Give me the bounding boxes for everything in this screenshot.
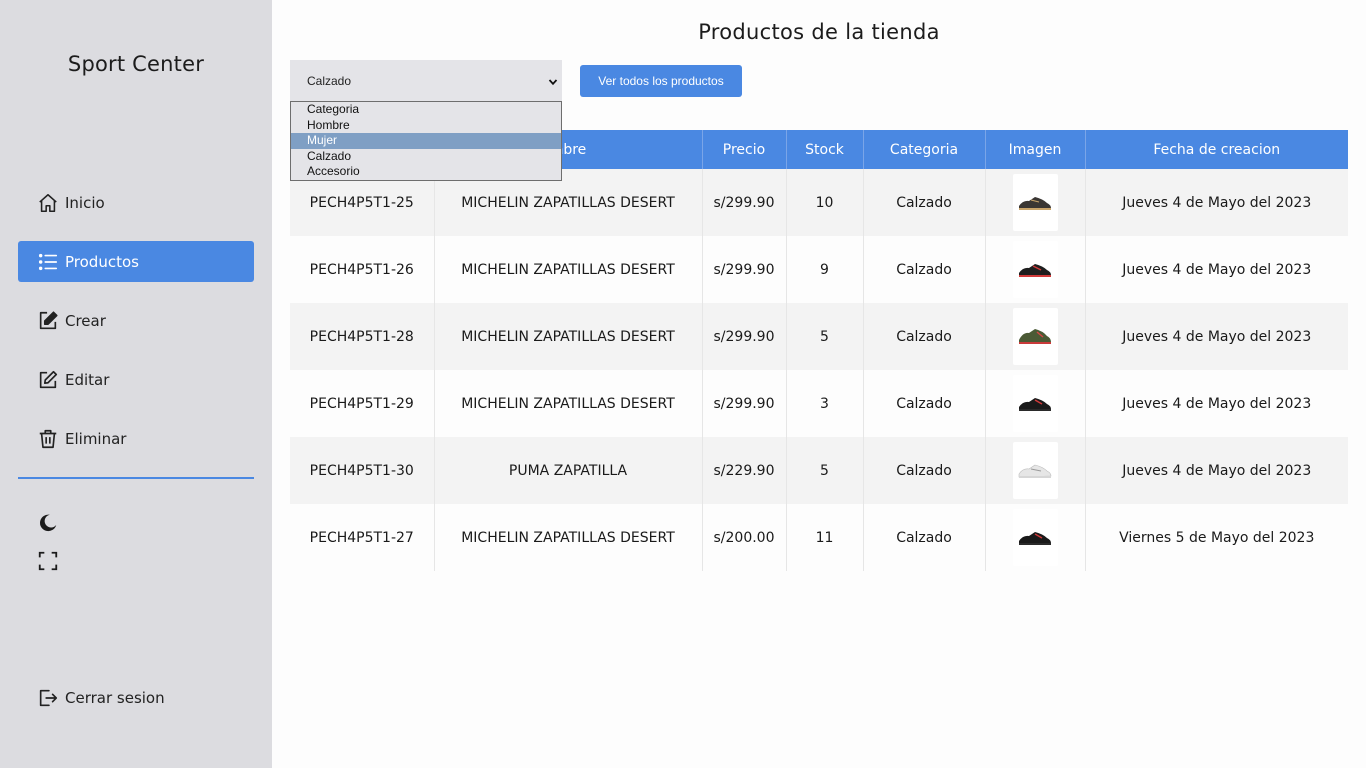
dropdown-option[interactable]: Accesorio bbox=[291, 164, 561, 180]
cell-code: PECH4P5T1-28 bbox=[290, 303, 435, 370]
dropdown-option[interactable]: Calzado bbox=[291, 149, 561, 165]
cell-price: s/229.90 bbox=[702, 437, 787, 504]
fullscreen-icon[interactable] bbox=[36, 549, 60, 573]
cell-stock: 9 bbox=[786, 236, 864, 303]
product-image bbox=[1012, 509, 1058, 566]
cell-code: PECH4P5T1-27 bbox=[290, 504, 435, 571]
dropdown-option[interactable]: Hombre bbox=[291, 118, 561, 134]
cell-date: Jueves 4 de Mayo del 2023 bbox=[1085, 437, 1348, 504]
cell-stock: 5 bbox=[786, 437, 864, 504]
cell-stock: 10 bbox=[786, 169, 864, 236]
cell-category: Calzado bbox=[863, 169, 986, 236]
sidebar-divider bbox=[18, 477, 254, 479]
sidebar-item-label: Editar bbox=[65, 370, 110, 389]
col-header-price: Precio bbox=[702, 130, 787, 169]
product-image bbox=[1012, 174, 1058, 231]
cell-image bbox=[985, 169, 1086, 236]
cell-name: PUMA ZAPATILLA bbox=[434, 437, 703, 504]
table-row[interactable]: PECH4P5T1-28 MICHELIN ZAPATILLAS DESERT … bbox=[290, 303, 1348, 370]
sidebar-item-productos[interactable]: Productos bbox=[18, 241, 254, 282]
col-header-stock: Stock bbox=[786, 130, 864, 169]
dropdown-option[interactable]: Categoria bbox=[291, 102, 561, 118]
cell-category: Calzado bbox=[863, 236, 986, 303]
product-image bbox=[1012, 308, 1058, 365]
list-icon bbox=[36, 250, 60, 274]
cell-stock: 11 bbox=[786, 504, 864, 571]
cell-price: s/200.00 bbox=[702, 504, 787, 571]
cell-image bbox=[985, 236, 1086, 303]
cell-code: PECH4P5T1-29 bbox=[290, 370, 435, 437]
cell-date: Viernes 5 de Mayo del 2023 bbox=[1085, 504, 1348, 571]
cell-stock: 3 bbox=[786, 370, 864, 437]
table-row[interactable]: PECH4P5T1-26 MICHELIN ZAPATILLAS DESERT … bbox=[290, 236, 1348, 303]
chevron-down-icon bbox=[548, 76, 558, 86]
logout-label: Cerrar sesion bbox=[65, 688, 165, 707]
sidebar-item-editar[interactable]: Editar bbox=[18, 359, 254, 400]
product-image bbox=[1012, 442, 1058, 499]
cell-name: MICHELIN ZAPATILLAS DESERT bbox=[434, 370, 703, 437]
trash-icon bbox=[36, 427, 60, 451]
logout-icon bbox=[36, 686, 60, 710]
col-header-date: Fecha de creacion bbox=[1085, 130, 1348, 169]
product-image bbox=[1012, 241, 1058, 298]
cell-code: PECH4P5T1-30 bbox=[290, 437, 435, 504]
category-select[interactable]: Calzado bbox=[290, 60, 562, 101]
col-header-category: Categoria bbox=[863, 130, 986, 169]
cell-image bbox=[985, 370, 1086, 437]
home-icon bbox=[36, 191, 60, 215]
cell-image bbox=[985, 437, 1086, 504]
cell-image bbox=[985, 303, 1086, 370]
col-header-image: Imagen bbox=[985, 130, 1086, 169]
cell-name: MICHELIN ZAPATILLAS DESERT bbox=[434, 236, 703, 303]
moon-icon[interactable] bbox=[36, 511, 60, 535]
cell-category: Calzado bbox=[863, 504, 986, 571]
sidebar-item-label: Crear bbox=[65, 311, 106, 330]
sidebar-item-eliminar[interactable]: Eliminar bbox=[18, 418, 254, 459]
products-table: mbre Precio Stock Categoria Imagen Fecha… bbox=[290, 130, 1348, 571]
cell-date: Jueves 4 de Mayo del 2023 bbox=[1085, 236, 1348, 303]
table-row[interactable]: PECH4P5T1-27 MICHELIN ZAPATILLAS DESERT … bbox=[290, 504, 1348, 571]
page-title: Productos de la tienda bbox=[698, 20, 940, 44]
cell-date: Jueves 4 de Mayo del 2023 bbox=[1085, 169, 1348, 236]
cell-image bbox=[985, 504, 1086, 571]
sidebar: Sport Center Inicio Productos Crear Edit… bbox=[0, 0, 272, 768]
cell-price: s/299.90 bbox=[702, 370, 787, 437]
category-dropdown[interactable]: Categoria Hombre Mujer Calzado Accesorio bbox=[290, 101, 562, 181]
view-all-products-button[interactable]: Ver todos los productos bbox=[580, 65, 742, 97]
sidebar-item-label: Inicio bbox=[65, 193, 105, 212]
logout-button[interactable]: Cerrar sesion bbox=[18, 677, 254, 718]
sidebar-item-crear[interactable]: Crear bbox=[18, 300, 254, 341]
cell-date: Jueves 4 de Mayo del 2023 bbox=[1085, 303, 1348, 370]
table-row[interactable]: PECH4P5T1-30 PUMA ZAPATILLA s/229.90 5 C… bbox=[290, 437, 1348, 504]
cell-name: MICHELIN ZAPATILLAS DESERT bbox=[434, 303, 703, 370]
cell-category: Calzado bbox=[863, 437, 986, 504]
cell-price: s/299.90 bbox=[702, 169, 787, 236]
sidebar-item-label: Eliminar bbox=[65, 429, 127, 448]
cell-date: Jueves 4 de Mayo del 2023 bbox=[1085, 370, 1348, 437]
category-select-value: Calzado bbox=[307, 73, 352, 88]
cell-stock: 5 bbox=[786, 303, 864, 370]
table-row[interactable]: PECH4P5T1-29 MICHELIN ZAPATILLAS DESERT … bbox=[290, 370, 1348, 437]
cell-price: s/299.90 bbox=[702, 236, 787, 303]
cell-category: Calzado bbox=[863, 370, 986, 437]
cell-price: s/299.90 bbox=[702, 303, 787, 370]
dropdown-option[interactable]: Mujer bbox=[291, 133, 561, 149]
cell-name: MICHELIN ZAPATILLAS DESERT bbox=[434, 504, 703, 571]
edit-icon bbox=[36, 368, 60, 392]
cell-category: Calzado bbox=[863, 303, 986, 370]
brand-title: Sport Center bbox=[67, 52, 205, 76]
sidebar-item-label: Productos bbox=[65, 252, 139, 271]
sidebar-item-inicio[interactable]: Inicio bbox=[18, 182, 254, 223]
product-image bbox=[1012, 375, 1058, 432]
cell-code: PECH4P5T1-26 bbox=[290, 236, 435, 303]
create-icon bbox=[36, 309, 60, 333]
